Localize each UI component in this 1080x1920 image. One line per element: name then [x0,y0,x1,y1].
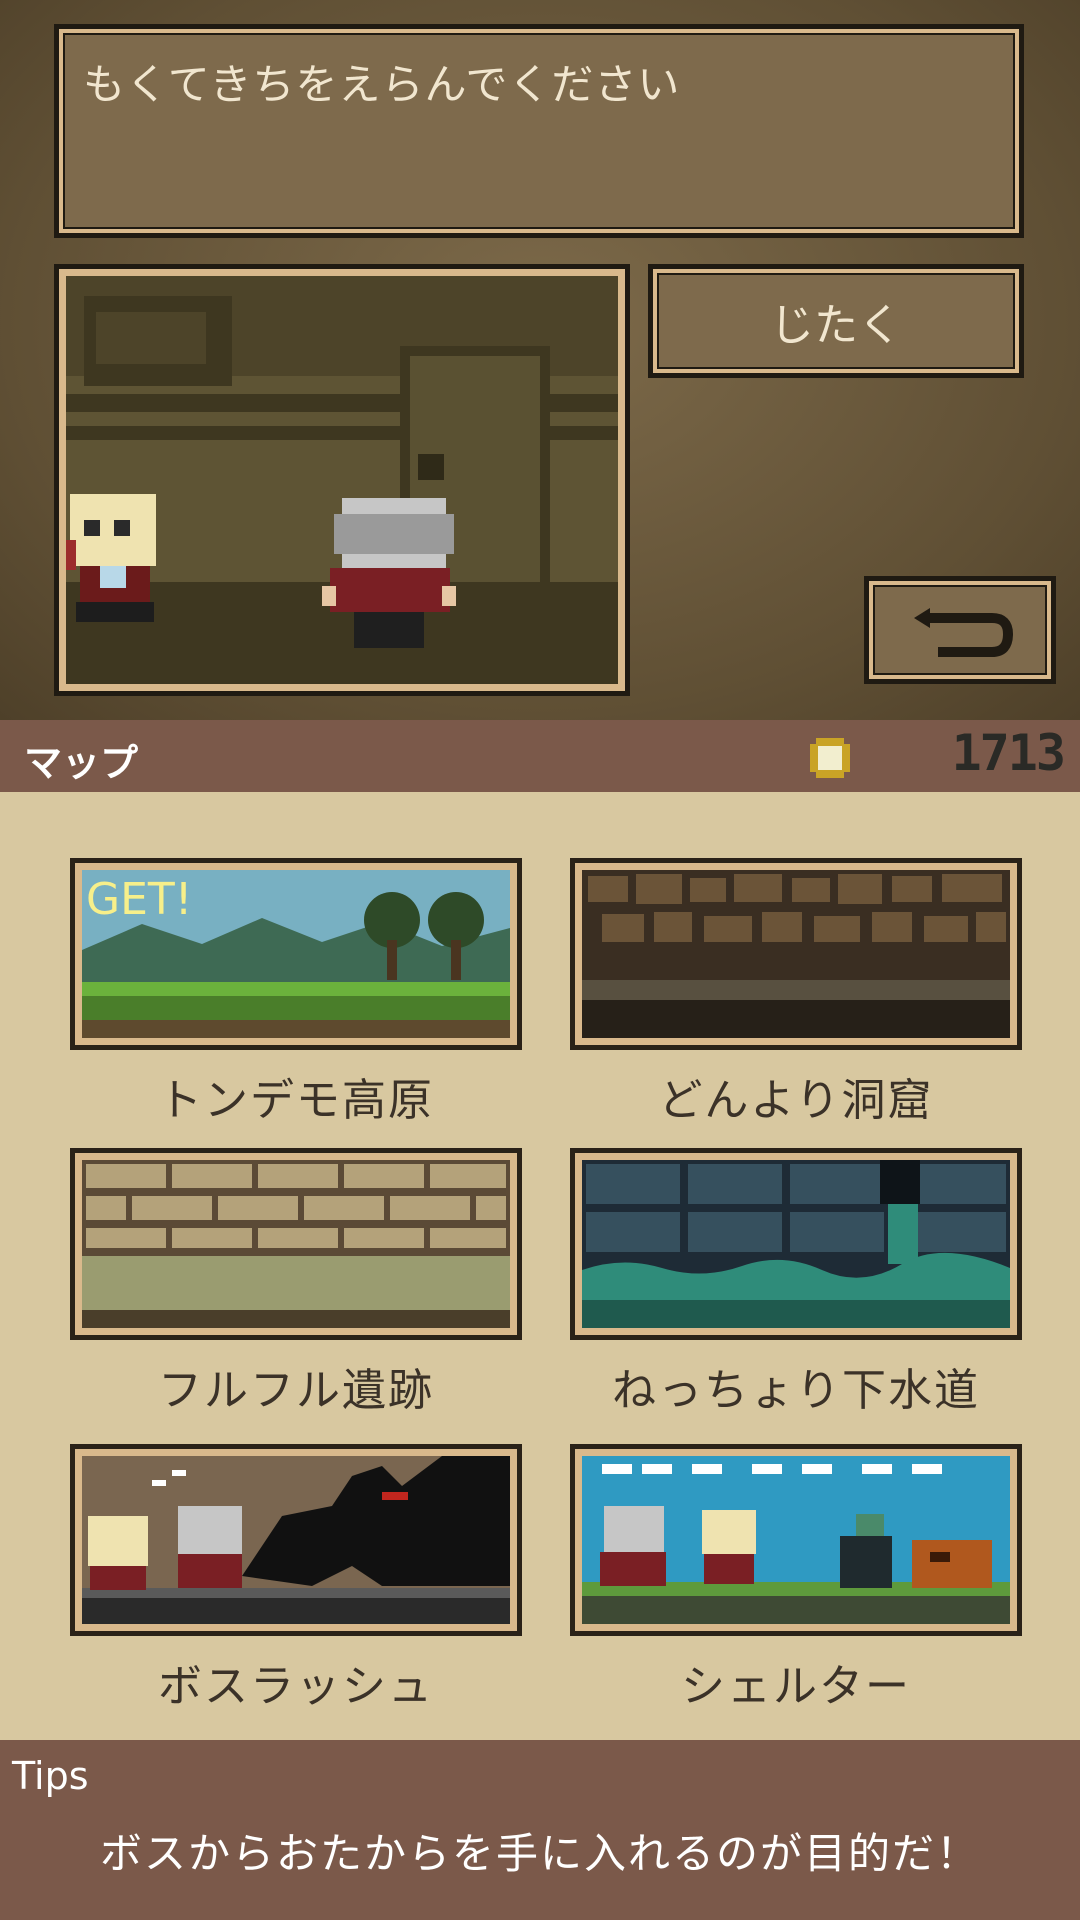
home-button-label: じたく [770,300,902,351]
home-scene-image [66,276,618,684]
map-card-nettyori-sewer[interactable]: ねっちょり下水道 [570,1148,1022,1418]
map-name: ねっちょり下水道 [612,1365,980,1416]
plateau-image: GET! [82,870,510,1038]
map-card-tondemo-plateau[interactable]: GET! トンデモ高原 [70,858,522,1128]
boss-rush-image [82,1456,510,1624]
map-thumbnail [570,1148,1022,1340]
map-thumbnail [70,1444,522,1636]
message-text: もくてきちをえらんでください [83,60,681,109]
map-thumbnail: GET! [70,858,522,1050]
coin-icon [810,738,850,778]
cave-image [582,870,1010,1038]
map-thumbnail [570,1444,1022,1636]
tips-panel: Tips ボスからおたからを手に入れるのが目的だ！ [0,1740,1080,1920]
tips-text: ボスからおたからを手に入れるのが目的だ！ [99,1829,980,1878]
shelter-image [582,1456,1010,1624]
tips-heading: Tips [12,1754,89,1798]
map-card-boss-rush[interactable]: ボスラッシュ [70,1444,522,1714]
map-name: どんより洞窟 [658,1075,934,1126]
map-thumbnail [70,1148,522,1340]
map-name: トンデモ高原 [158,1075,434,1126]
map-thumbnail [570,858,1022,1050]
return-arrow-icon [914,608,1014,657]
map-card-donyori-cave[interactable]: どんより洞窟 [570,858,1022,1128]
top-scene-area: もくてきちをえらんでください じたく [0,0,1080,720]
home-scene-view [54,264,630,696]
map-card-furufuru-ruins[interactable]: フルフル遺跡 [70,1148,522,1418]
map-name: フルフル遺跡 [158,1365,434,1416]
message-box: もくてきちをえらんでください [54,24,1024,238]
sewer-image [582,1160,1010,1328]
map-card-shelter[interactable]: シェルター [570,1444,1022,1714]
map-name: ボスラッシュ [158,1661,434,1712]
map-title: マップ [24,741,139,785]
get-badge: GET! [86,874,192,925]
coin-count: 1713 [951,724,1066,782]
back-button[interactable] [864,576,1056,684]
home-button[interactable]: じたく [648,264,1024,378]
map-name: シェルター [681,1661,911,1712]
ruins-image [82,1160,510,1328]
map-header-bar: マップ 1713 [0,720,1080,792]
